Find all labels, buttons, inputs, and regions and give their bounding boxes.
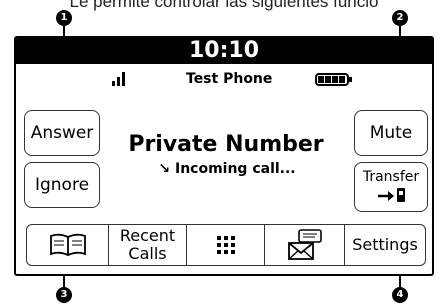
transfer-label: Transfer <box>362 169 420 185</box>
callout-1: 1 <box>56 10 72 26</box>
caller-name: Private Number <box>128 132 324 157</box>
recent-calls-button[interactable]: Recent Calls <box>109 225 187 265</box>
settings-label: Settings <box>352 235 418 254</box>
answer-button[interactable]: Answer <box>24 110 100 156</box>
callout-2: 2 <box>392 10 408 26</box>
phone-name: Test Phone <box>186 71 273 87</box>
answer-label: Answer <box>30 123 94 143</box>
phonebook-button[interactable] <box>27 225 109 265</box>
bottom-toolbar: Recent Calls Settings <box>26 224 426 266</box>
ignore-label: Ignore <box>34 175 90 195</box>
signal-bars-icon <box>112 72 128 86</box>
phone-screen: 10:10 Test Phone Answer Ignore Mute Tran… <box>14 36 434 276</box>
recent-calls-label-line1: Recent <box>119 226 176 245</box>
mute-button[interactable]: Mute <box>354 110 428 156</box>
ignore-button[interactable]: Ignore <box>24 162 100 208</box>
clock-time: 10:10 <box>188 38 260 63</box>
callout-4: 4 <box>392 287 408 303</box>
keypad-icon <box>216 236 235 254</box>
incoming-arrow-icon: ↘ <box>158 161 171 177</box>
clock-title-bar: 10:10 <box>16 38 432 64</box>
incoming-call-status: ↘ Incoming call... <box>132 160 322 178</box>
callout-3: 3 <box>56 287 72 303</box>
transfer-button[interactable]: Transfer <box>354 162 428 212</box>
transfer-to-phone-icon <box>378 188 405 202</box>
keypad-button[interactable] <box>187 225 265 265</box>
settings-button[interactable]: Settings <box>345 225 425 265</box>
incoming-call-text: Incoming call... <box>174 161 296 177</box>
status-row: Test Phone <box>16 70 432 90</box>
message-envelope-icon <box>287 229 322 260</box>
recent-calls-label-line2: Calls <box>128 244 167 263</box>
messages-button[interactable] <box>265 225 345 265</box>
book-icon <box>49 233 86 256</box>
battery-icon <box>315 73 352 86</box>
mute-label: Mute <box>369 123 413 143</box>
